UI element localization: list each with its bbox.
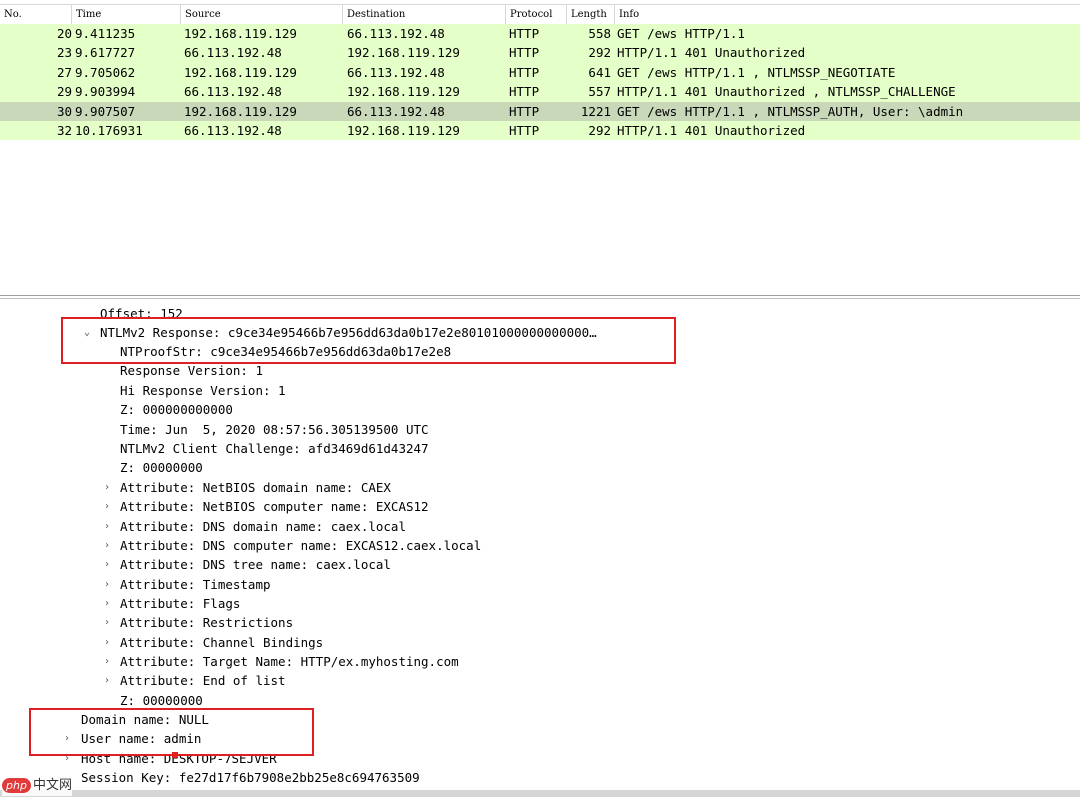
watermark-text: 中文网: [32, 778, 72, 793]
detail-client-challenge[interactable]: NTLMv2 Client Challenge: afd3469d61d4324…: [120, 439, 429, 458]
php-logo-icon: php: [2, 778, 31, 793]
detail-attribute[interactable]: Attribute: NetBIOS domain name: CAEX: [120, 478, 391, 497]
chevron-right-icon[interactable]: ›: [104, 575, 110, 594]
packet-row[interactable]: 23 9.617727 66.113.192.48 192.168.119.12…: [0, 43, 1080, 63]
detail-attribute[interactable]: Attribute: Flags: [120, 594, 240, 613]
watermark-logo: php 中文网: [2, 776, 72, 796]
horizontal-scrollbar[interactable]: [0, 790, 1080, 797]
detail-attribute[interactable]: Attribute: DNS tree name: caex.local: [120, 555, 391, 574]
detail-z-2[interactable]: Z: 00000000: [120, 458, 203, 477]
annotation-marker: [172, 752, 178, 758]
column-header-source[interactable]: Source: [181, 5, 343, 25]
packet-row[interactable]: 29 9.903994 66.113.192.48 192.168.119.12…: [0, 82, 1080, 102]
column-header-time[interactable]: Time: [72, 5, 181, 25]
detail-attribute[interactable]: Attribute: DNS domain name: caex.local: [120, 517, 406, 536]
detail-attribute[interactable]: Attribute: Timestamp: [120, 575, 271, 594]
column-header-protocol[interactable]: Protocol: [506, 5, 567, 25]
detail-time[interactable]: Time: Jun 5, 2020 08:57:56.305139500 UTC: [120, 420, 429, 439]
chevron-right-icon[interactable]: ›: [104, 497, 110, 516]
packet-list-header: No. Time Source Destination Protocol Len…: [0, 4, 1080, 26]
packet-rows: 20 9.411235 192.168.119.129 66.113.192.4…: [0, 24, 1080, 141]
detail-attribute[interactable]: Attribute: NetBIOS computer name: EXCAS1…: [120, 497, 429, 516]
column-header-length[interactable]: Length: [567, 5, 615, 25]
packet-row[interactable]: 32 10.176931 66.113.192.48 192.168.119.1…: [0, 120, 1080, 141]
detail-attribute[interactable]: Attribute: DNS computer name: EXCAS12.ca…: [120, 536, 481, 555]
packet-list-pane[interactable]: No. Time Source Destination Protocol Len…: [0, 0, 1080, 296]
detail-hi-response-version[interactable]: Hi Response Version: 1: [120, 381, 286, 400]
packet-row[interactable]: 27 9.705062 192.168.119.129 66.113.192.4…: [0, 62, 1080, 83]
detail-attribute[interactable]: Attribute: Channel Bindings: [120, 633, 323, 652]
user-highlight-box: [29, 708, 314, 756]
chevron-right-icon[interactable]: ›: [104, 594, 110, 613]
detail-z-1[interactable]: Z: 000000000000: [120, 400, 233, 419]
detail-session-key[interactable]: Session Key: fe27d17f6b7908e2bb25e8c6947…: [81, 768, 420, 787]
column-header-no[interactable]: No.: [0, 5, 72, 25]
column-header-destination[interactable]: Destination: [343, 5, 506, 25]
detail-attribute[interactable]: Attribute: Target Name: HTTP/ex.myhostin…: [120, 652, 459, 671]
chevron-right-icon[interactable]: ›: [104, 536, 110, 555]
chevron-right-icon[interactable]: ›: [104, 633, 110, 652]
chevron-right-icon[interactable]: ›: [104, 478, 110, 497]
chevron-right-icon[interactable]: ›: [104, 555, 110, 574]
packet-row[interactable]: 20 9.411235 192.168.119.129 66.113.192.4…: [0, 24, 1080, 44]
detail-attribute[interactable]: Attribute: End of list: [120, 671, 286, 690]
ntlmv2-highlight-box: [61, 317, 676, 364]
column-header-info[interactable]: Info: [615, 5, 1080, 25]
chevron-right-icon[interactable]: ›: [104, 517, 110, 536]
packet-row-selected[interactable]: 30 9.907507 192.168.119.129 66.113.192.4…: [0, 101, 1080, 121]
detail-attribute[interactable]: Attribute: Restrictions: [120, 613, 293, 632]
chevron-right-icon[interactable]: ›: [104, 652, 110, 671]
chevron-right-icon[interactable]: ›: [104, 613, 110, 632]
chevron-right-icon[interactable]: ›: [104, 671, 110, 690]
